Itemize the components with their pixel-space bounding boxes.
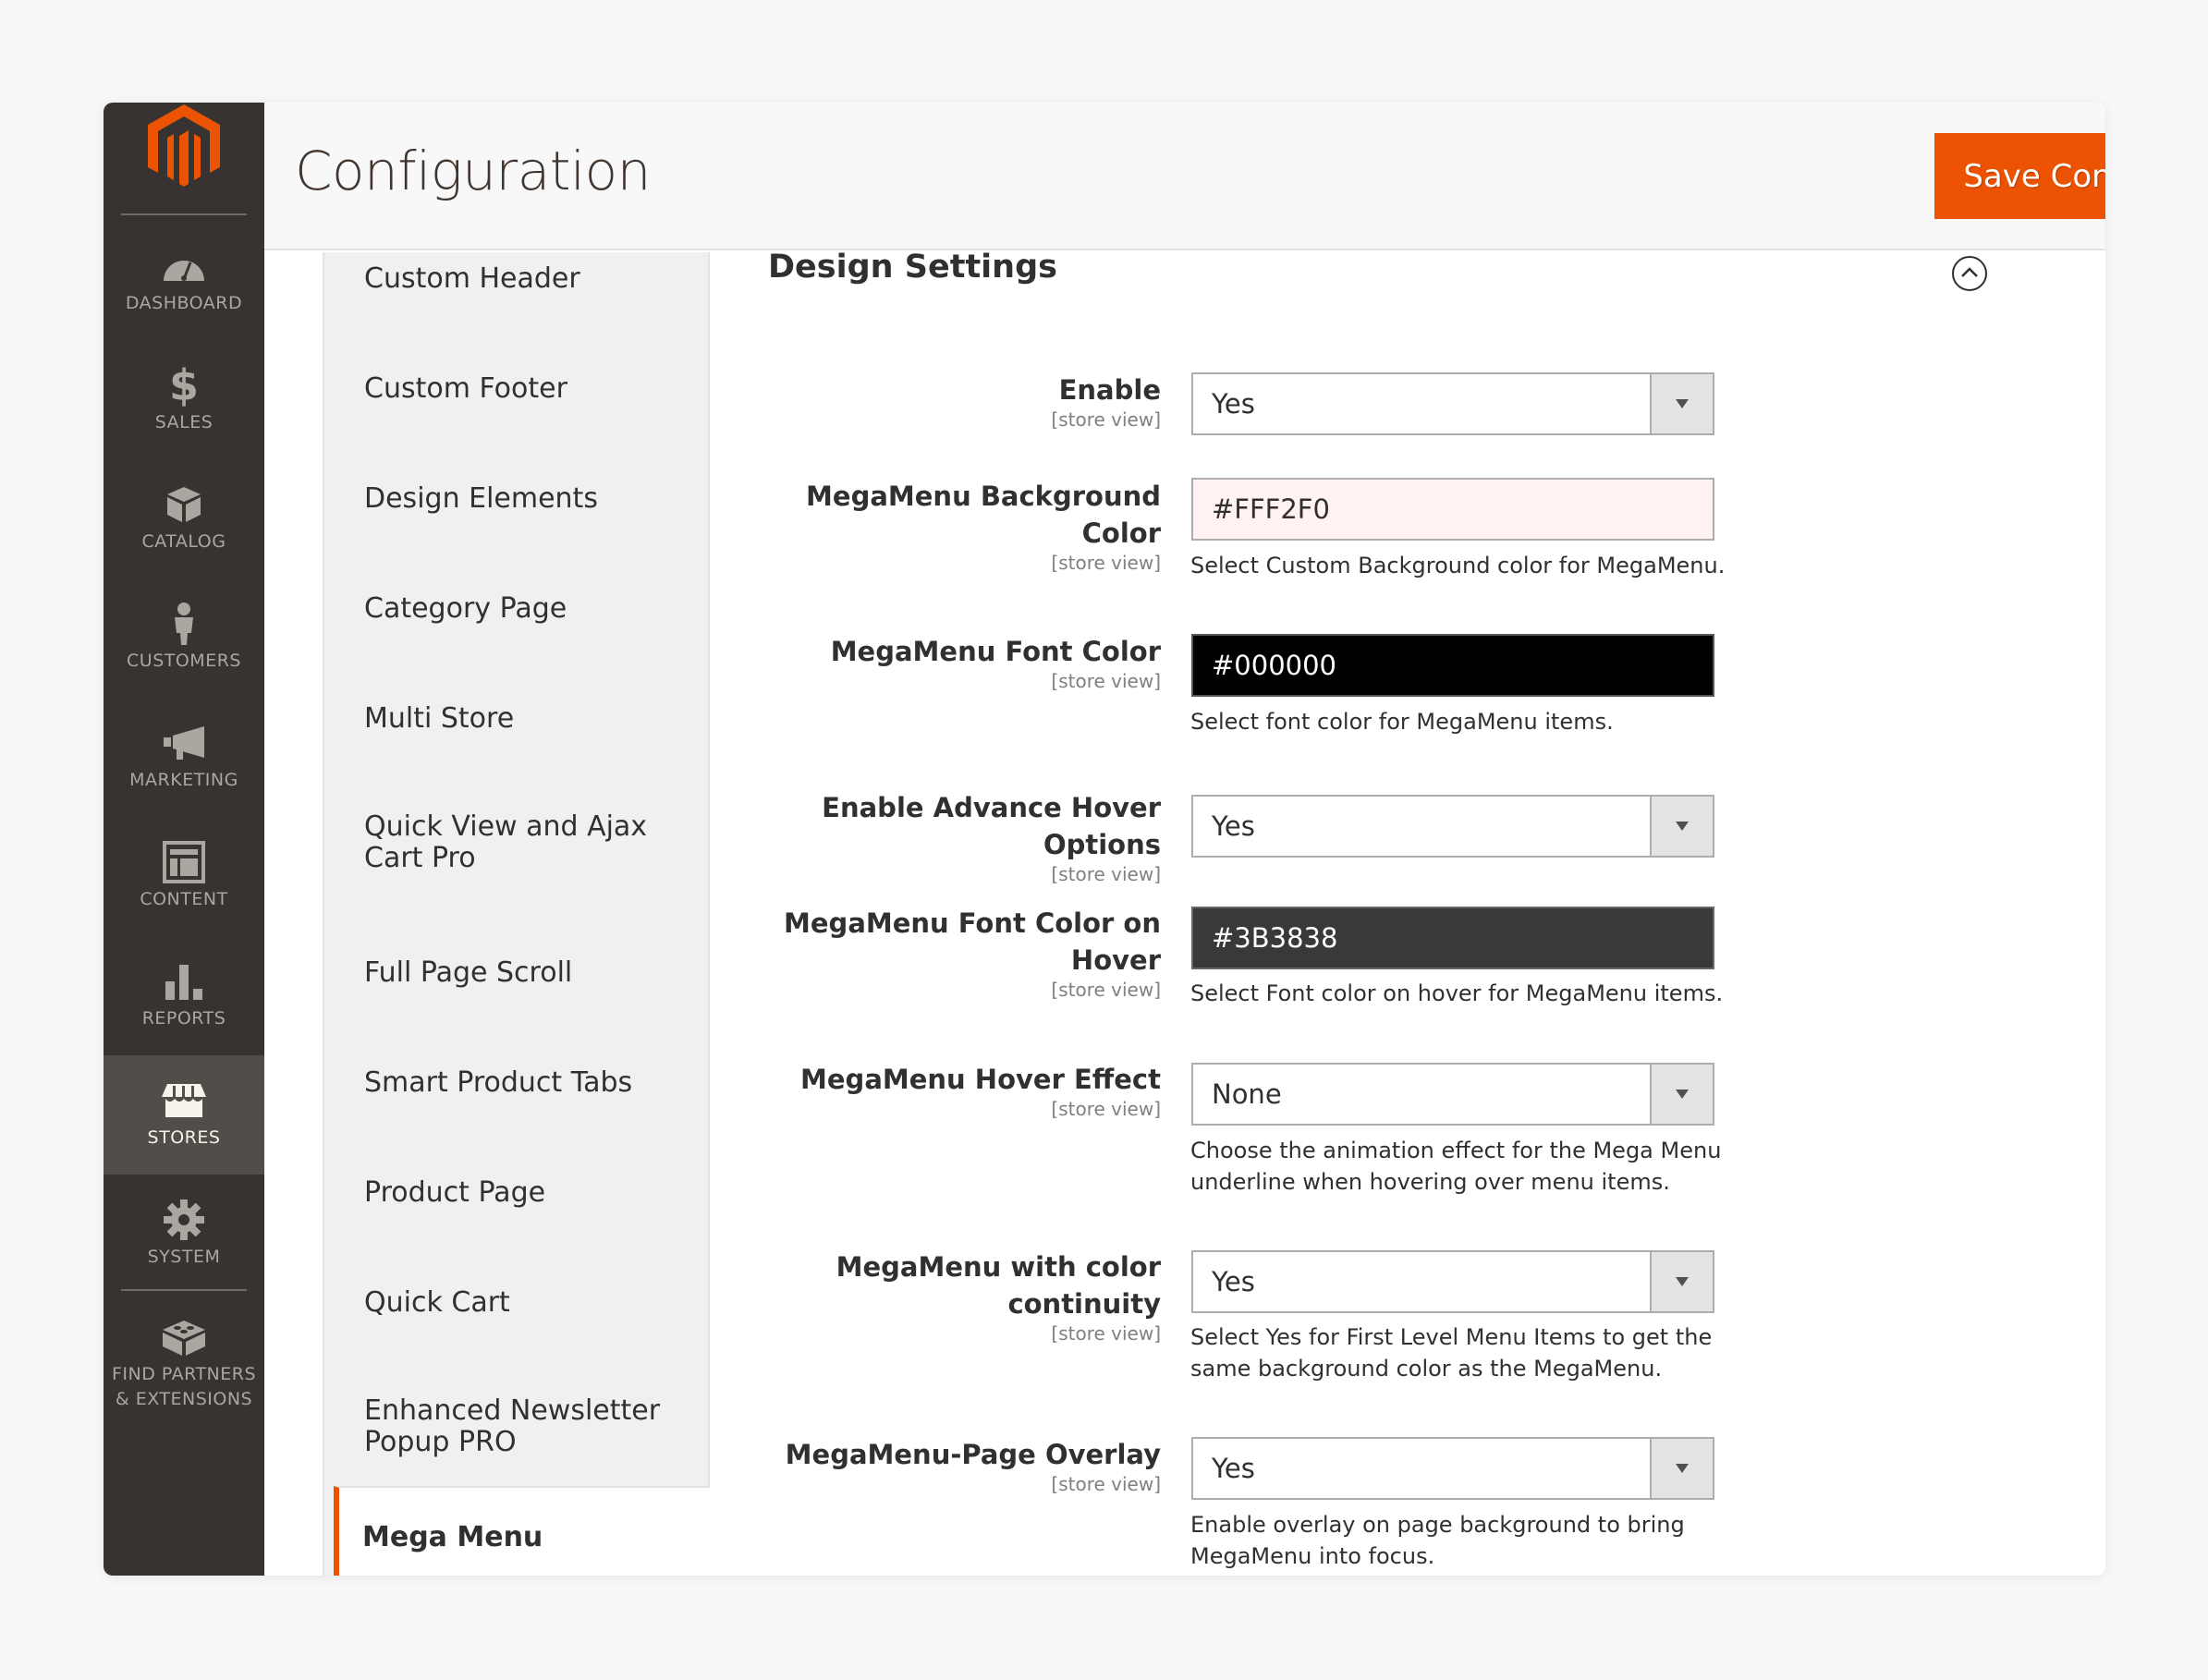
field-note: Select font color for MegaMenu items. [1190,709,1614,735]
dropdown-arrow-icon [1650,1252,1713,1311]
config-nav-item[interactable]: Smart Product Tabs [324,1067,710,1099]
admin-window: Dashboard $ Sales Catalog Customers Mark… [104,103,2105,1576]
sidebar-item-sales[interactable]: $ Sales [104,340,264,459]
sidebar-item-content[interactable]: Content [104,817,264,936]
sidebar-item-system[interactable]: System [104,1175,264,1294]
layout-icon [159,841,209,883]
dollar-icon: $ [168,360,199,410]
blocks-icon [159,1316,209,1358]
font-color-hover-input[interactable] [1191,907,1714,969]
field-label-font-color: MegaMenu Font Color [store view] [830,636,1161,692]
store-icon [159,1079,209,1122]
field-label-font-color-hover: MegaMenu Font Color on Hover [store view… [784,907,1161,1001]
sidebar-divider [121,1289,247,1291]
config-nav-item-mega-menu[interactable]: Mega Menu [334,1486,710,1576]
config-nav: Custom Header Custom Footer Design Eleme… [323,252,710,1576]
sidebar-item-stores[interactable]: Stores [104,1055,264,1175]
color-continuity-select[interactable]: Yes [1191,1250,1714,1313]
admin-sidebar: Dashboard $ Sales Catalog Customers Mark… [104,103,264,1576]
sidebar-item-find-partners[interactable]: Find Partners & Extensions [104,1295,264,1433]
section-title: Design Settings [768,249,1057,286]
dropdown-arrow-icon [1650,374,1713,433]
bar-chart-icon [159,960,209,1003]
box-icon [159,483,209,526]
background-color-input[interactable] [1191,478,1714,541]
field-note: Select Yes for First Level Menu Items to… [1190,1324,1713,1382]
gear-icon [159,1199,209,1241]
sidebar-item-customers[interactable]: Customers [104,578,264,698]
font-color-input[interactable] [1191,634,1714,697]
field-note: Select Custom Background color for MegaM… [1190,553,1726,578]
sidebar-item-marketing[interactable]: Marketing [104,698,264,817]
sidebar-item-dashboard[interactable]: Dashboard [104,221,264,340]
field-note: Enable overlay on page background to bri… [1190,1512,1685,1569]
config-nav-item[interactable]: Quick Cart [324,1287,710,1319]
config-nav-item[interactable]: Product Page [324,1177,710,1209]
field-note: Choose the animation effect for the Mega… [1190,1138,1722,1195]
hover-effect-select[interactable]: None [1191,1063,1714,1126]
config-nav-item[interactable]: Category Page [324,593,710,625]
sidebar-item-catalog[interactable]: Catalog [104,459,264,578]
field-label-page-overlay: MegaMenu-Page Overlay [store view] [785,1439,1161,1495]
field-label-enable: Enable [store view] [1051,374,1161,431]
sidebar-item-reports[interactable]: Reports [104,936,264,1055]
person-icon [159,603,209,645]
config-nav-item[interactable]: Design Elements [324,483,710,515]
field-label-background-color: MegaMenu Background Color [store view] [806,481,1161,574]
config-nav-item[interactable]: Full Page Scroll [324,957,710,989]
config-nav-item[interactable]: Custom Footer [324,373,710,405]
megaphone-icon [159,722,209,764]
config-nav-item[interactable]: Multi Store [324,703,710,735]
sidebar-divider [121,213,247,215]
dashboard-icon [159,245,209,287]
field-label-hover-effect: MegaMenu Hover Effect [store view] [800,1064,1161,1120]
field-label-color-continuity: MegaMenu with color continuity [store vi… [836,1251,1161,1345]
collapse-chevron-up-icon[interactable] [1951,255,1988,292]
page-header: Configuration Save Config [264,103,2105,250]
page-overlay-select[interactable]: Yes [1191,1437,1714,1500]
config-nav-item[interactable]: Custom Header [324,263,710,295]
enable-select[interactable]: Yes [1191,372,1714,435]
config-nav-item[interactable]: Quick View and Ajax Cart Pro [324,811,676,874]
magento-logo-icon[interactable] [140,103,227,187]
advance-hover-select[interactable]: Yes [1191,795,1714,858]
dropdown-arrow-icon [1650,1439,1713,1498]
save-config-button[interactable]: Save Config [1934,133,2105,219]
field-label-advance-hover: Enable Advance Hover Options [store view… [822,792,1161,885]
dropdown-arrow-icon [1650,1065,1713,1124]
page-title: Configuration [295,140,651,202]
config-nav-item[interactable]: Enhanced Newsletter Popup PRO [324,1395,676,1458]
field-note: Select Font color on hover for MegaMenu … [1190,980,1724,1006]
dropdown-arrow-icon [1650,797,1713,856]
